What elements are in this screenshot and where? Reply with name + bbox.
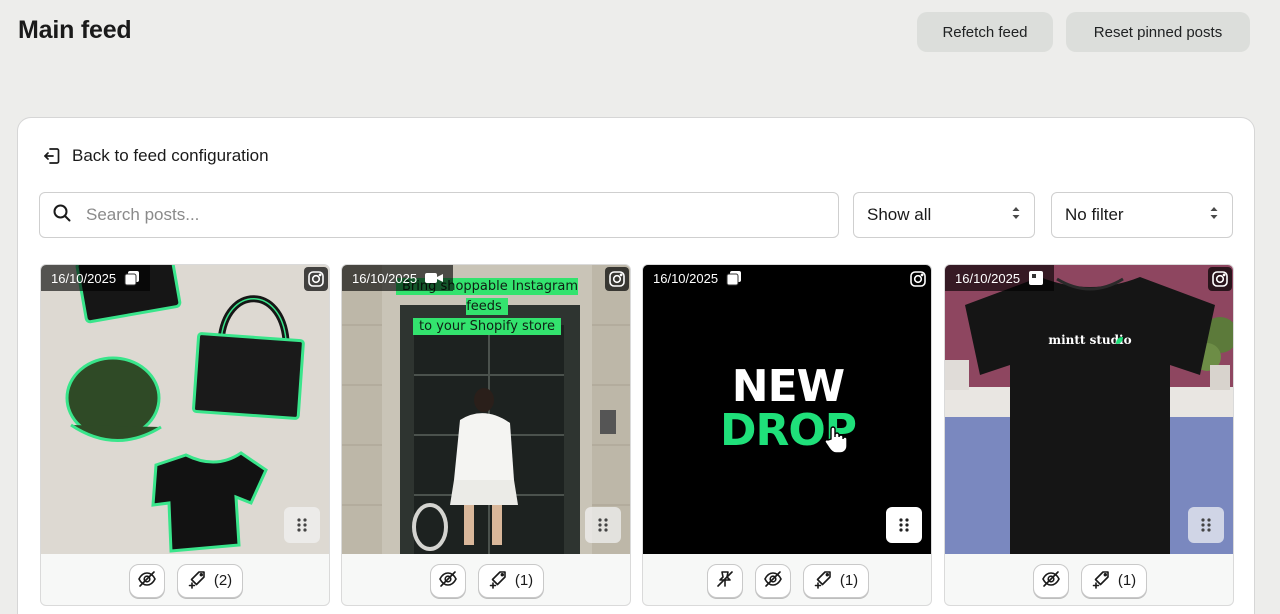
product-count: (1): [514, 572, 534, 589]
product-count: (1): [1117, 572, 1137, 589]
post-actions: (1): [643, 554, 931, 605]
eye-off-icon: [438, 569, 458, 593]
post-actions: (2): [41, 554, 329, 605]
show-select[interactable]: Show all: [853, 192, 1035, 238]
post-actions: (1): [342, 554, 630, 605]
post-date-tag: 16/10/2025: [342, 265, 454, 291]
feed-posts-card: Back to feed configuration Show all No f…: [17, 117, 1255, 614]
overlay-text-line2: to your Shopify store: [413, 318, 561, 335]
post-actions: (1): [945, 554, 1233, 605]
exit-icon: [42, 146, 62, 166]
brand-text: mintt studio: [1048, 333, 1132, 347]
post-card[interactable]: Bring shoppable Instagram feeds to your …: [341, 264, 631, 606]
eye-off-icon: [137, 569, 157, 593]
post-image: Bring shoppable Instagram feeds to your …: [342, 265, 630, 554]
post-date: 16/10/2025: [955, 270, 1021, 286]
instagram-icon: [906, 267, 930, 291]
hide-post-button[interactable]: [754, 563, 791, 598]
hand-cursor-icon: [823, 425, 849, 455]
search-icon: [52, 203, 72, 228]
eye-off-icon: [763, 569, 783, 593]
unpin-post-button[interactable]: [706, 563, 743, 598]
video-icon: [425, 271, 444, 285]
pin-off-icon: [715, 569, 735, 593]
post-headline-line1: NEW: [731, 361, 845, 412]
tag-products-button[interactable]: (1): [1080, 563, 1148, 598]
search-input[interactable]: [86, 205, 786, 225]
filter-select-value: No filter: [1065, 205, 1124, 224]
tag-add-icon: [1092, 569, 1112, 593]
select-arrows-icon: [1209, 205, 1219, 225]
tag-products-button[interactable]: (2): [176, 563, 244, 598]
post-date: 16/10/2025: [51, 270, 117, 286]
post-date: 16/10/2025: [653, 270, 719, 286]
search-field[interactable]: [39, 192, 839, 238]
instagram-icon: [304, 267, 328, 291]
drag-handle-icon[interactable]: [284, 507, 320, 543]
drag-handle-icon[interactable]: [1188, 507, 1224, 543]
back-to-feed-configuration-link[interactable]: Back to feed configuration: [42, 146, 269, 166]
filter-select[interactable]: No filter: [1051, 192, 1233, 238]
eye-off-icon: [1041, 569, 1061, 593]
post-headline-line2: DROP: [719, 405, 857, 456]
drag-handle-icon[interactable]: [886, 507, 922, 543]
select-arrows-icon: [1011, 205, 1021, 225]
show-select-value: Show all: [867, 205, 932, 224]
post-date-tag: 16/10/2025: [945, 265, 1055, 291]
carousel-icon: [726, 270, 742, 286]
reset-pinned-posts-button[interactable]: Reset pinned posts: [1066, 12, 1250, 52]
hide-post-button[interactable]: [1032, 563, 1069, 598]
post-image: 16/10/2025: [41, 265, 329, 554]
post-date: 16/10/2025: [352, 270, 418, 286]
post-card[interactable]: NEW DROP 16/10/2025 (1): [642, 264, 932, 606]
image-icon: [1028, 270, 1044, 286]
tag-add-icon: [814, 569, 834, 593]
post-image: mintt studio 16/10/2025: [945, 265, 1233, 554]
leaf-icon: [1115, 336, 1124, 345]
tag-products-button[interactable]: (1): [477, 563, 545, 598]
product-count: (2): [213, 572, 233, 589]
tag-products-button[interactable]: (1): [802, 563, 870, 598]
instagram-icon: [1208, 267, 1232, 291]
product-count: (1): [839, 572, 859, 589]
carousel-icon: [124, 270, 140, 286]
tag-add-icon: [188, 569, 208, 593]
back-link-label: Back to feed configuration: [72, 146, 269, 165]
post-card[interactable]: 16/10/2025 (2): [40, 264, 330, 606]
drag-handle-icon[interactable]: [585, 507, 621, 543]
instagram-icon: [605, 267, 629, 291]
page-title: Main feed: [18, 16, 132, 44]
hide-post-button[interactable]: [128, 563, 165, 598]
hide-post-button[interactable]: [429, 563, 466, 598]
post-image: NEW DROP 16/10/2025: [643, 265, 931, 554]
post-card[interactable]: mintt studio 16/10/2025 (1): [944, 264, 1234, 606]
refetch-feed-button[interactable]: Refetch feed: [917, 12, 1053, 52]
tag-add-icon: [489, 569, 509, 593]
post-date-tag: 16/10/2025: [41, 265, 151, 291]
post-date-tag: 16/10/2025: [643, 265, 753, 291]
